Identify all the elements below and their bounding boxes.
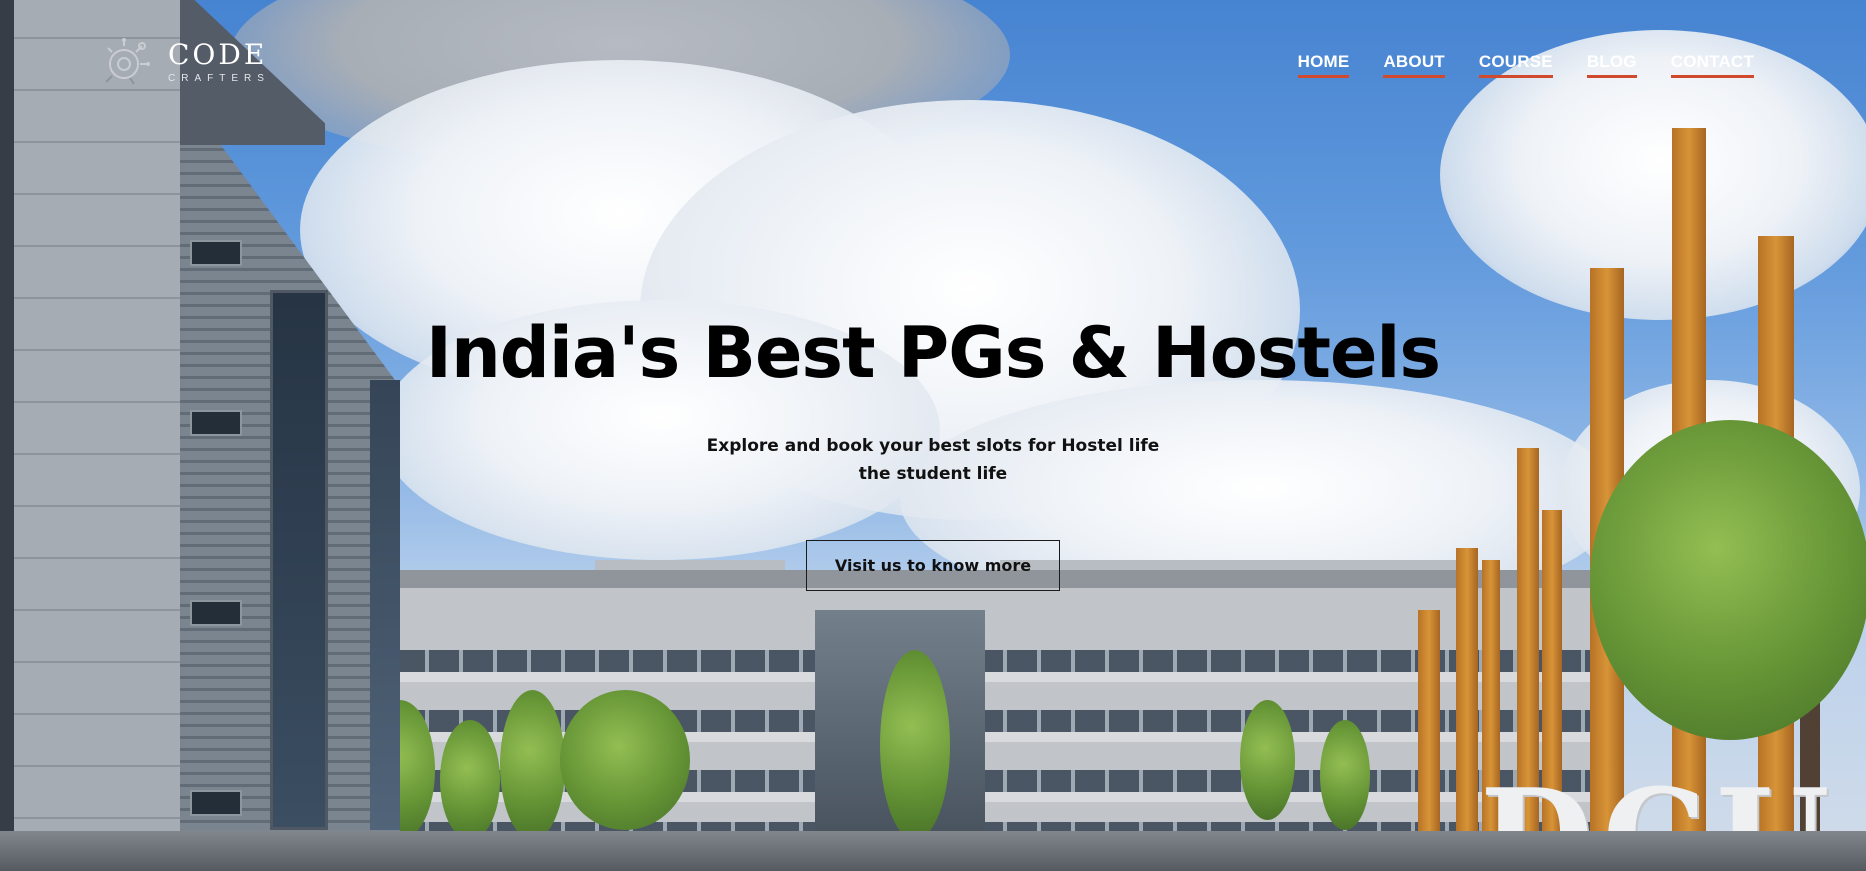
hero-tagline-line2: the student life xyxy=(858,464,1008,484)
hero-section: India's Best PGs & Hostels Explore and b… xyxy=(0,312,1866,488)
nav-course[interactable]: COURSE xyxy=(1478,52,1553,78)
visit-us-button[interactable]: Visit us to know more xyxy=(806,540,1060,591)
hero-tagline-line1: Explore and book your best slots for Hos… xyxy=(706,436,1160,456)
hero-title: India's Best PGs & Hostels xyxy=(425,312,1441,394)
nav-home[interactable]: HOME xyxy=(1297,52,1350,78)
hero-tagline: Explore and book your best slots for Hos… xyxy=(0,432,1866,488)
brand-name: CODE xyxy=(168,37,268,71)
gear-circuit-icon xyxy=(105,38,150,85)
main-nav: HOME ABOUT COURSE BLOG CONTACT xyxy=(1297,52,1754,78)
brand-subtitle: CRAFTERS xyxy=(168,72,270,84)
nav-about[interactable]: ABOUT xyxy=(1383,52,1445,78)
brand-wordmark: CODE CRAFTERS xyxy=(168,37,270,84)
nav-contact[interactable]: CONTACT xyxy=(1670,52,1754,78)
logo-link[interactable]: CODE CRAFTERS xyxy=(100,36,270,88)
nav-blog[interactable]: BLOG xyxy=(1586,52,1637,78)
